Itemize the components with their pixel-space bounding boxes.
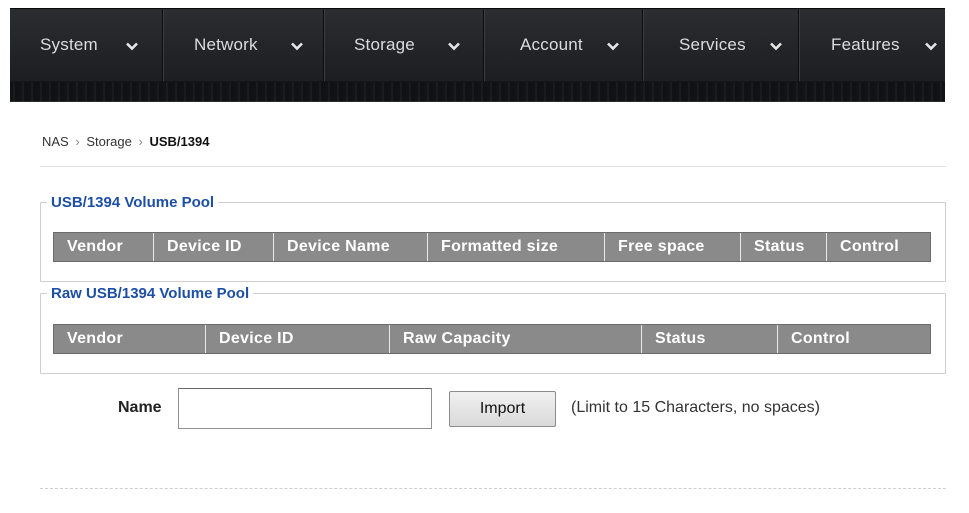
nav-item-label: Network	[194, 35, 258, 54]
name-limit-hint: (Limit to 15 Characters, no spaces)	[571, 399, 820, 416]
raw-volume-pool-title: Raw USB/1394 Volume Pool	[51, 285, 250, 302]
column-header-vendor: Vendor	[54, 325, 206, 353]
chevron-down-icon	[126, 42, 138, 51]
nav-item-storage[interactable]: Storage	[324, 9, 484, 81]
column-header-status: Status	[642, 325, 778, 353]
breadcrumb-section[interactable]: Storage	[86, 134, 132, 149]
nav-item-label: Services	[679, 35, 746, 54]
column-header-free-space: Free space	[605, 233, 741, 261]
nav-item-account[interactable]: Account	[484, 9, 643, 81]
nav-item-label: Account	[520, 35, 583, 54]
nav-item-label: Features	[831, 35, 900, 54]
nav-item-network[interactable]: Network	[163, 9, 324, 81]
chevron-down-icon	[607, 42, 619, 51]
name-label: Name	[118, 399, 162, 416]
nav-item-label: System	[40, 35, 98, 54]
breadcrumb: NAS › Storage › USB/1394	[42, 134, 209, 149]
breadcrumb-current: USB/1394	[149, 134, 210, 149]
chevron-down-icon	[770, 42, 782, 51]
chevron-down-icon	[925, 42, 937, 51]
nav-item-system[interactable]: System	[10, 9, 163, 81]
breadcrumb-separator: ›	[75, 134, 80, 149]
column-header-formatted-size: Formatted size	[428, 233, 605, 261]
column-header-control: Control	[840, 238, 899, 255]
breadcrumb-separator: ›	[138, 134, 143, 149]
volume-pool-title: USB/1394 Volume Pool	[51, 194, 215, 211]
column-header-device-id: Device ID	[206, 325, 390, 353]
chevron-down-icon	[291, 42, 303, 51]
column-header-status: Status	[741, 233, 827, 261]
column-header-device-name: Device Name	[274, 233, 428, 261]
nav-menu: System Network Storage Account Services …	[10, 9, 945, 81]
chevron-down-icon	[448, 42, 460, 51]
nav-item-label: Storage	[354, 35, 415, 54]
raw-volume-pool-table-header: Vendor Device ID Raw Capacity Status Con…	[53, 324, 931, 354]
name-input[interactable]	[178, 388, 432, 429]
bottom-divider	[40, 488, 946, 489]
nav-shadow-stripe	[10, 82, 945, 102]
nav-item-services[interactable]: Services	[643, 9, 799, 81]
top-navigation-bar: System Network Storage Account Services …	[10, 8, 945, 102]
column-header-control: Control	[791, 330, 850, 347]
column-header-raw-capacity: Raw Capacity	[390, 325, 642, 353]
column-header-device-id: Device ID	[154, 233, 274, 261]
breadcrumb-divider	[40, 166, 946, 167]
nav-item-features[interactable]: Features	[799, 9, 945, 81]
column-header-vendor: Vendor	[54, 233, 154, 261]
import-button[interactable]: Import	[449, 391, 556, 427]
breadcrumb-root[interactable]: NAS	[42, 134, 69, 149]
volume-pool-table-header: Vendor Device ID Device Name Formatted s…	[53, 232, 931, 262]
